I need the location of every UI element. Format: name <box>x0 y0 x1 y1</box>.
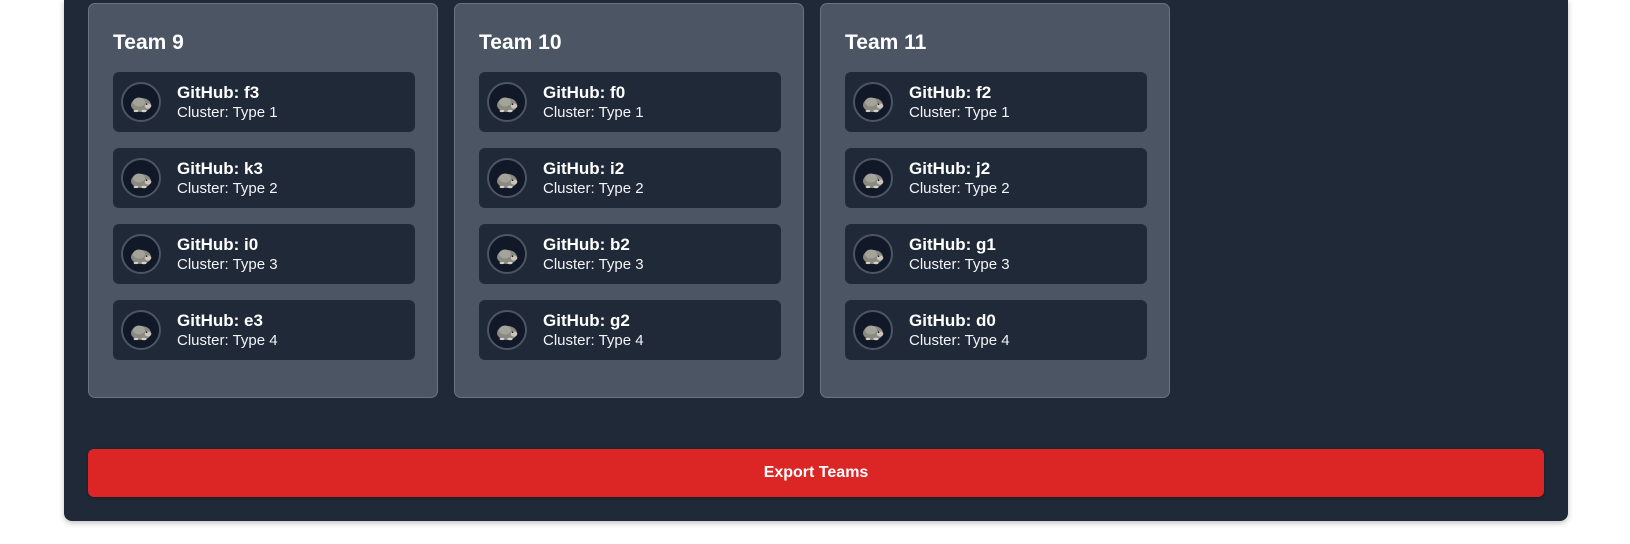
github-handle: GitHub: d0 <box>909 310 996 330</box>
mole-avatar-icon <box>497 173 518 189</box>
member-list: GitHub: f3 Cluster: Type 1 GitHub: k3 Cl… <box>113 72 415 360</box>
cluster-type: Cluster: Type 4 <box>909 331 1010 349</box>
member-list: GitHub: f0 Cluster: Type 1 GitHub: i2 Cl… <box>479 72 781 360</box>
member-card: GitHub: i2 Cluster: Type 2 <box>479 148 781 208</box>
mole-avatar-icon <box>497 97 518 113</box>
avatar <box>853 234 893 274</box>
member-card: GitHub: g2 Cluster: Type 4 <box>479 300 781 360</box>
mole-avatar-icon <box>863 249 884 265</box>
team-title: Team 9 <box>113 31 184 54</box>
team-card: Team 10 GitHub: f0 Cluster: Type 1 GitHu… <box>454 3 804 398</box>
mole-avatar-icon <box>131 325 152 341</box>
export-teams-button[interactable]: Export Teams <box>88 449 1544 497</box>
mole-avatar-icon <box>131 249 152 265</box>
avatar <box>121 158 161 198</box>
github-handle: GitHub: g2 <box>543 310 630 330</box>
avatar <box>853 82 893 122</box>
member-card: GitHub: j2 Cluster: Type 2 <box>845 148 1147 208</box>
github-handle: GitHub: g1 <box>909 234 996 254</box>
cluster-type: Cluster: Type 2 <box>543 179 644 197</box>
teams-row: Team 9 GitHub: f3 Cluster: Type 1 GitHub… <box>88 3 1170 398</box>
avatar <box>853 158 893 198</box>
cluster-type: Cluster: Type 4 <box>543 331 644 349</box>
team-title: Team 11 <box>845 31 927 54</box>
member-card: GitHub: i0 Cluster: Type 3 <box>113 224 415 284</box>
cluster-type: Cluster: Type 1 <box>177 103 278 121</box>
github-handle: GitHub: b2 <box>543 234 630 254</box>
mole-avatar-icon <box>497 325 518 341</box>
avatar <box>121 82 161 122</box>
member-card: GitHub: k3 Cluster: Type 2 <box>113 148 415 208</box>
cluster-type: Cluster: Type 3 <box>909 255 1010 273</box>
team-card: Team 11 GitHub: f2 Cluster: Type 1 GitHu… <box>820 3 1170 398</box>
member-list: GitHub: f2 Cluster: Type 1 GitHub: j2 Cl… <box>845 72 1147 360</box>
member-card: GitHub: f3 Cluster: Type 1 <box>113 72 415 132</box>
member-card: GitHub: d0 Cluster: Type 4 <box>845 300 1147 360</box>
team-card: Team 9 GitHub: f3 Cluster: Type 1 GitHub… <box>88 3 438 398</box>
github-handle: GitHub: f2 <box>909 82 992 102</box>
cluster-type: Cluster: Type 4 <box>177 331 278 349</box>
teams-panel: Team 9 GitHub: f3 Cluster: Type 1 GitHub… <box>64 0 1568 521</box>
github-handle: GitHub: f0 <box>543 82 626 102</box>
cluster-type: Cluster: Type 3 <box>543 255 644 273</box>
cluster-type: Cluster: Type 1 <box>909 103 1010 121</box>
avatar <box>487 82 527 122</box>
github-handle: GitHub: i0 <box>177 234 259 254</box>
avatar <box>487 234 527 274</box>
member-card: GitHub: b2 Cluster: Type 3 <box>479 224 781 284</box>
github-handle: GitHub: i2 <box>543 158 625 178</box>
cluster-type: Cluster: Type 2 <box>909 179 1010 197</box>
avatar <box>487 310 527 350</box>
member-card: GitHub: e3 Cluster: Type 4 <box>113 300 415 360</box>
member-card: GitHub: f2 Cluster: Type 1 <box>845 72 1147 132</box>
cluster-type: Cluster: Type 3 <box>177 255 278 273</box>
mole-avatar-icon <box>863 173 884 189</box>
mole-avatar-icon <box>497 249 518 265</box>
github-handle: GitHub: j2 <box>909 158 991 178</box>
mole-avatar-icon <box>131 97 152 113</box>
avatar <box>487 158 527 198</box>
github-handle: GitHub: f3 <box>177 82 260 102</box>
github-handle: GitHub: e3 <box>177 310 263 330</box>
avatar <box>853 310 893 350</box>
member-card: GitHub: g1 Cluster: Type 3 <box>845 224 1147 284</box>
mole-avatar-icon <box>131 173 152 189</box>
cluster-type: Cluster: Type 1 <box>543 103 644 121</box>
cluster-type: Cluster: Type 2 <box>177 179 278 197</box>
team-title: Team 10 <box>479 31 562 54</box>
mole-avatar-icon <box>863 325 884 341</box>
avatar <box>121 310 161 350</box>
mole-avatar-icon <box>863 97 884 113</box>
avatar <box>121 234 161 274</box>
member-card: GitHub: f0 Cluster: Type 1 <box>479 72 781 132</box>
github-handle: GitHub: k3 <box>177 158 263 178</box>
